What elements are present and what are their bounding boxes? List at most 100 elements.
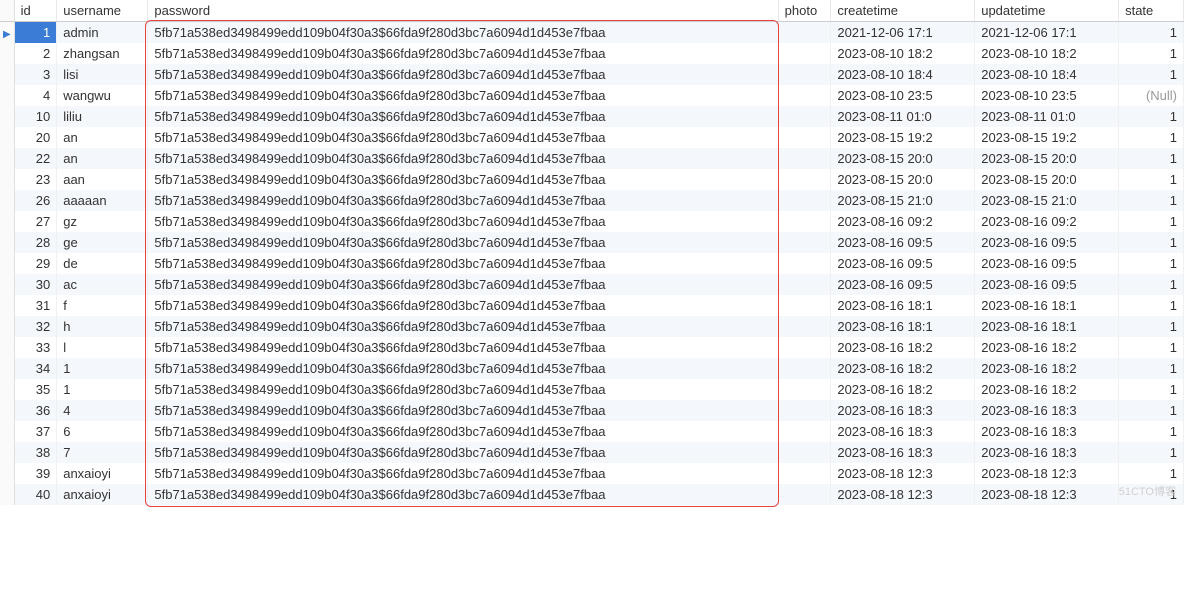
cell-createtime[interactable]: 2023-08-16 18:2 [831,358,975,379]
table-row[interactable]: 40anxaioyi5fb71a538ed3498499edd109b04f30… [0,484,1184,505]
cell-photo[interactable] [778,379,831,400]
cell-password[interactable]: 5fb71a538ed3498499edd109b04f30a3$66fda9f… [148,274,778,295]
cell-photo[interactable] [778,22,831,44]
cell-username[interactable]: aan [57,169,148,190]
cell-password[interactable]: 5fb71a538ed3498499edd109b04f30a3$66fda9f… [148,127,778,148]
cell-state[interactable]: 1 [1119,190,1184,211]
table-row[interactable]: 30ac5fb71a538ed3498499edd109b04f30a3$66f… [0,274,1184,295]
cell-createtime[interactable]: 2023-08-16 09:5 [831,253,975,274]
cell-updatetime[interactable]: 2023-08-16 18:3 [975,400,1119,421]
cell-id[interactable]: 29 [14,253,57,274]
cell-state[interactable]: 1 [1119,442,1184,463]
cell-state[interactable]: 1 [1119,463,1184,484]
cell-createtime[interactable]: 2023-08-16 18:1 [831,295,975,316]
cell-username[interactable]: 7 [57,442,148,463]
cell-id[interactable]: 30 [14,274,57,295]
table-row[interactable]: 3415fb71a538ed3498499edd109b04f30a3$66fd… [0,358,1184,379]
cell-updatetime[interactable]: 2023-08-16 09:5 [975,232,1119,253]
col-header-updatetime[interactable]: updatetime [975,0,1119,22]
cell-id[interactable]: 40 [14,484,57,505]
cell-photo[interactable] [778,190,831,211]
col-header-password[interactable]: password [148,0,778,22]
cell-id[interactable]: 22 [14,148,57,169]
cell-password[interactable]: 5fb71a538ed3498499edd109b04f30a3$66fda9f… [148,379,778,400]
cell-id[interactable]: 2 [14,43,57,64]
cell-password[interactable]: 5fb71a538ed3498499edd109b04f30a3$66fda9f… [148,421,778,442]
cell-username[interactable]: 6 [57,421,148,442]
cell-username[interactable]: h [57,316,148,337]
cell-password[interactable]: 5fb71a538ed3498499edd109b04f30a3$66fda9f… [148,316,778,337]
col-header-createtime[interactable]: createtime [831,0,975,22]
cell-id[interactable]: 26 [14,190,57,211]
cell-state[interactable]: 1 [1119,358,1184,379]
cell-photo[interactable] [778,358,831,379]
table-row[interactable]: 3lisi5fb71a538ed3498499edd109b04f30a3$66… [0,64,1184,85]
cell-updatetime[interactable]: 2023-08-15 20:0 [975,169,1119,190]
cell-photo[interactable] [778,148,831,169]
cell-photo[interactable] [778,232,831,253]
cell-username[interactable]: wangwu [57,85,148,106]
cell-photo[interactable] [778,295,831,316]
cell-password[interactable]: 5fb71a538ed3498499edd109b04f30a3$66fda9f… [148,295,778,316]
cell-createtime[interactable]: 2023-08-16 18:3 [831,421,975,442]
cell-password[interactable]: 5fb71a538ed3498499edd109b04f30a3$66fda9f… [148,484,778,505]
cell-username[interactable]: an [57,127,148,148]
cell-state[interactable]: 1 [1119,43,1184,64]
cell-username[interactable]: l [57,337,148,358]
cell-photo[interactable] [778,64,831,85]
cell-id[interactable]: 36 [14,400,57,421]
col-header-id[interactable]: id [14,0,57,22]
cell-username[interactable]: anxaioyi [57,484,148,505]
col-header-state[interactable]: state [1119,0,1184,22]
cell-password[interactable]: 5fb71a538ed3498499edd109b04f30a3$66fda9f… [148,232,778,253]
cell-id[interactable]: 34 [14,358,57,379]
cell-createtime[interactable]: 2023-08-16 18:1 [831,316,975,337]
cell-createtime[interactable]: 2023-08-16 09:5 [831,232,975,253]
cell-state[interactable]: 1 [1119,295,1184,316]
cell-createtime[interactable]: 2023-08-15 20:0 [831,148,975,169]
cell-id[interactable]: 33 [14,337,57,358]
cell-photo[interactable] [778,106,831,127]
cell-state[interactable]: 1 [1119,106,1184,127]
cell-photo[interactable] [778,316,831,337]
cell-id[interactable]: 23 [14,169,57,190]
cell-password[interactable]: 5fb71a538ed3498499edd109b04f30a3$66fda9f… [148,64,778,85]
col-header-photo[interactable]: photo [778,0,831,22]
cell-id[interactable]: 32 [14,316,57,337]
cell-updatetime[interactable]: 2023-08-16 18:1 [975,295,1119,316]
table-row[interactable]: 39anxaioyi5fb71a538ed3498499edd109b04f30… [0,463,1184,484]
table-row[interactable]: 3645fb71a538ed3498499edd109b04f30a3$66fd… [0,400,1184,421]
cell-username[interactable]: 1 [57,358,148,379]
cell-username[interactable]: 1 [57,379,148,400]
cell-username[interactable]: liliu [57,106,148,127]
col-header-username[interactable]: username [57,0,148,22]
cell-password[interactable]: 5fb71a538ed3498499edd109b04f30a3$66fda9f… [148,106,778,127]
cell-password[interactable]: 5fb71a538ed3498499edd109b04f30a3$66fda9f… [148,211,778,232]
cell-createtime[interactable]: 2023-08-18 12:3 [831,484,975,505]
table-row[interactable]: 28ge5fb71a538ed3498499edd109b04f30a3$66f… [0,232,1184,253]
table-row[interactable]: 3765fb71a538ed3498499edd109b04f30a3$66fd… [0,421,1184,442]
cell-state[interactable]: 1 [1119,64,1184,85]
cell-createtime[interactable]: 2023-08-16 09:2 [831,211,975,232]
table-row[interactable]: 33l5fb71a538ed3498499edd109b04f30a3$66fd… [0,337,1184,358]
cell-state[interactable]: 1 [1119,169,1184,190]
cell-username[interactable]: lisi [57,64,148,85]
cell-username[interactable]: 4 [57,400,148,421]
cell-password[interactable]: 5fb71a538ed3498499edd109b04f30a3$66fda9f… [148,169,778,190]
cell-state[interactable]: 1 [1119,274,1184,295]
cell-id[interactable]: 39 [14,463,57,484]
cell-updatetime[interactable]: 2021-12-06 17:1 [975,22,1119,44]
cell-updatetime[interactable]: 2023-08-15 21:0 [975,190,1119,211]
cell-password[interactable]: 5fb71a538ed3498499edd109b04f30a3$66fda9f… [148,463,778,484]
cell-password[interactable]: 5fb71a538ed3498499edd109b04f30a3$66fda9f… [148,190,778,211]
cell-createtime[interactable]: 2023-08-16 18:3 [831,442,975,463]
table-row[interactable]: 2zhangsan5fb71a538ed3498499edd109b04f30a… [0,43,1184,64]
cell-createtime[interactable]: 2023-08-10 18:4 [831,64,975,85]
cell-createtime[interactable]: 2023-08-15 21:0 [831,190,975,211]
cell-updatetime[interactable]: 2023-08-16 18:2 [975,337,1119,358]
cell-password[interactable]: 5fb71a538ed3498499edd109b04f30a3$66fda9f… [148,85,778,106]
cell-createtime[interactable]: 2023-08-18 12:3 [831,463,975,484]
cell-updatetime[interactable]: 2023-08-16 18:2 [975,379,1119,400]
cell-photo[interactable] [778,337,831,358]
cell-username[interactable]: zhangsan [57,43,148,64]
